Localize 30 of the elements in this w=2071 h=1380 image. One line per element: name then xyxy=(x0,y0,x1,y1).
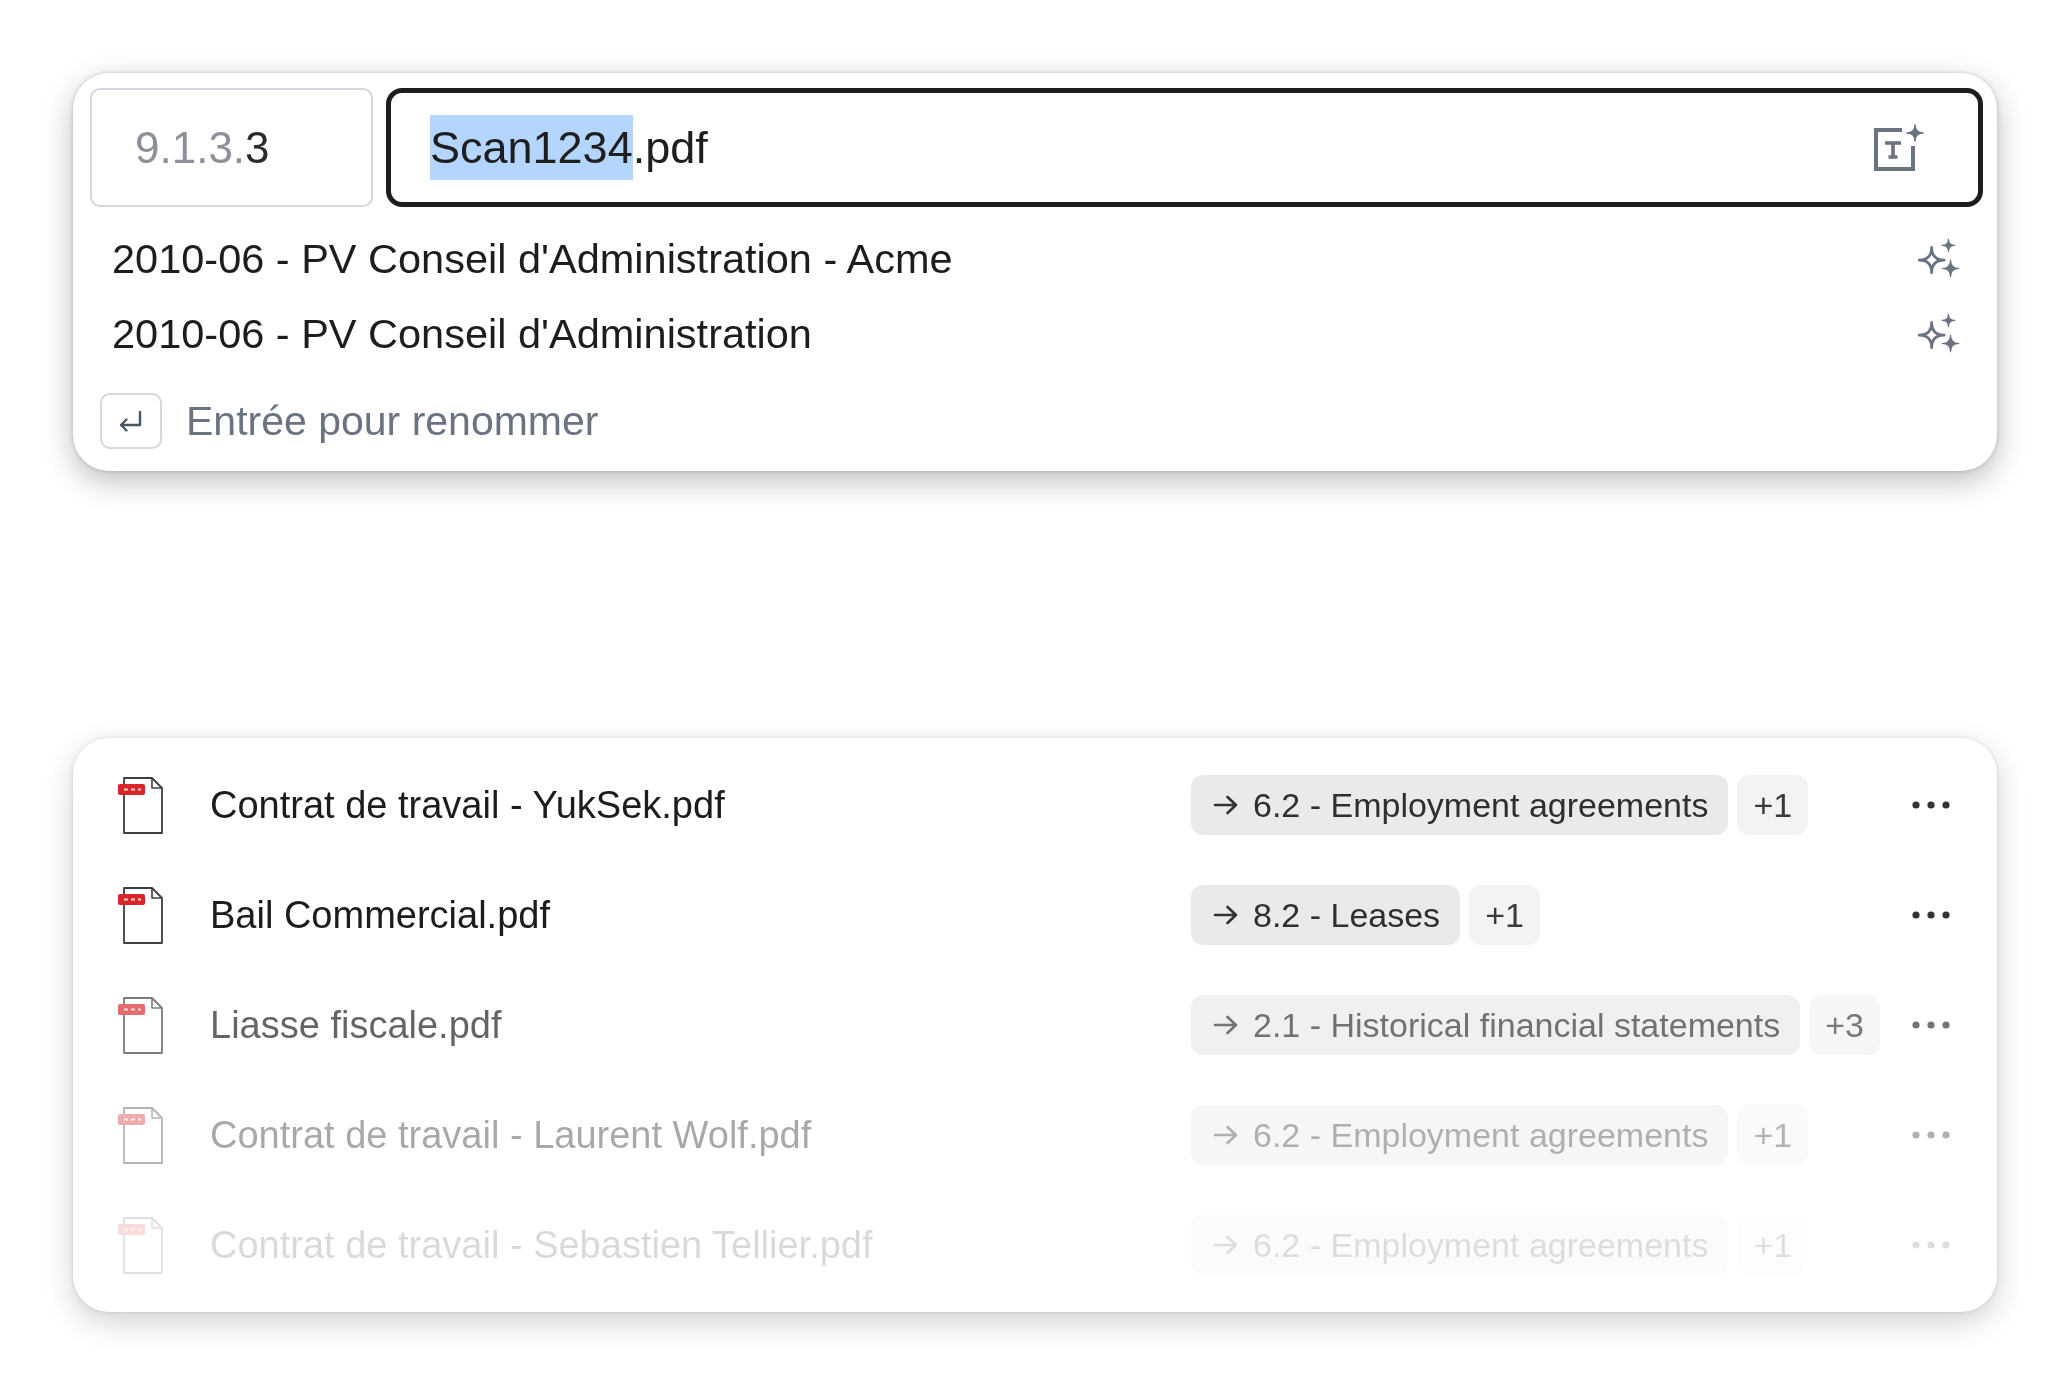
pdf-file-icon xyxy=(116,885,166,945)
file-name[interactable]: Liasse fiscale.pdf xyxy=(210,1003,502,1047)
arrow-right-icon xyxy=(1213,904,1239,926)
filename-field[interactable]: Scan1234.pdf xyxy=(386,88,1983,207)
enter-key-icon xyxy=(100,393,162,449)
sparkles-icon xyxy=(1918,312,1960,355)
extra-count-tag[interactable]: +3 xyxy=(1809,995,1880,1055)
file-name[interactable]: Contrat de travail - YukSek.pdf xyxy=(210,783,725,827)
sparkles-icon xyxy=(1918,237,1960,280)
extra-count-tag[interactable]: +1 xyxy=(1737,775,1809,835)
arrow-right-icon xyxy=(1213,1124,1239,1146)
arrow-right-icon xyxy=(1213,794,1239,816)
pdf-file-icon xyxy=(116,995,166,1055)
extra-count-tag[interactable]: +1 xyxy=(1469,885,1540,945)
pdf-file-icon xyxy=(116,1105,166,1165)
hint-text: Entrée pour renommer xyxy=(186,397,599,445)
more-icon[interactable] xyxy=(1912,801,1950,809)
pdf-file-icon xyxy=(116,1215,166,1275)
text-sparkle-icon[interactable] xyxy=(1872,123,1924,172)
more-icon[interactable] xyxy=(1912,911,1950,919)
suggestion-item[interactable]: 2010-06 - PV Conseil d'Administration - Acme xyxy=(90,221,1983,296)
pdf-file-icon xyxy=(116,775,166,835)
index-field[interactable]: 9.1.3.3 xyxy=(90,88,373,207)
destination-tag[interactable]: 8.2 - Leases xyxy=(1191,885,1461,945)
destination-tag[interactable]: 6.2 - Employment agreements xyxy=(1191,775,1729,835)
destination-tag[interactable]: 2.1 - Historical financial statements xyxy=(1191,995,1801,1055)
arrow-right-icon xyxy=(1213,1234,1239,1256)
suggestion-item[interactable]: 2010-06 - PV Conseil d'Administration xyxy=(90,296,1983,371)
arrow-right-icon xyxy=(1213,1014,1239,1036)
file-name[interactable]: Bail Commercial.pdf xyxy=(210,893,550,937)
